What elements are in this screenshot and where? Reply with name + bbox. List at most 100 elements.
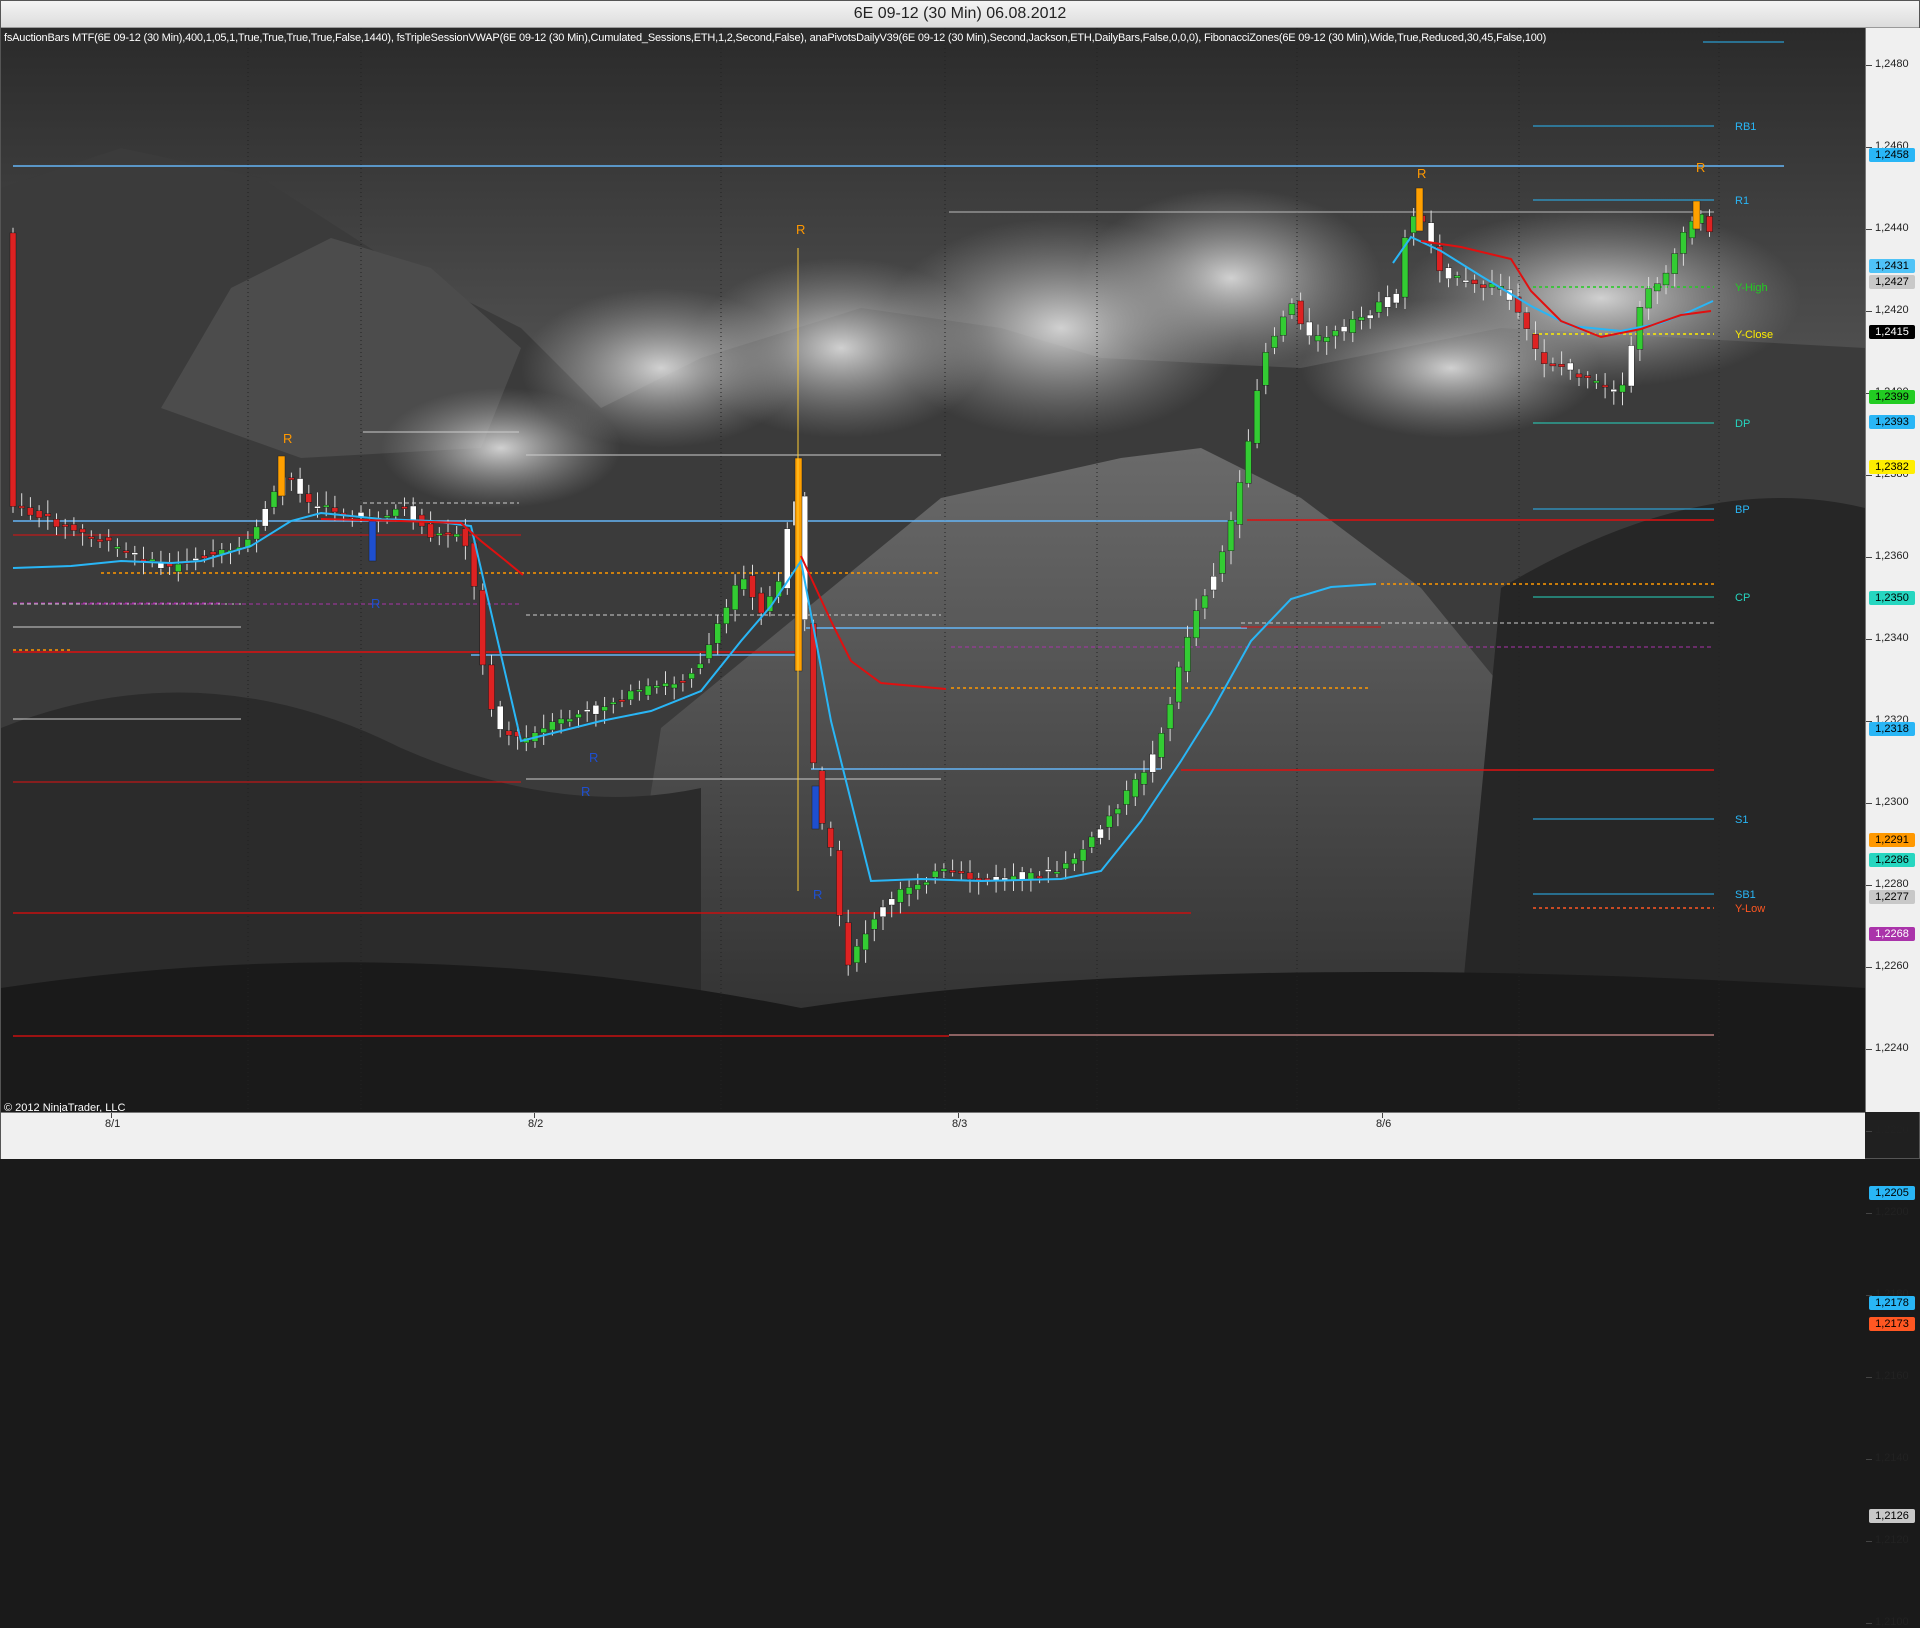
candle-body: [1358, 316, 1365, 321]
highlight-bar: [1692, 200, 1701, 230]
candle-body: [810, 623, 817, 764]
candle-body: [323, 504, 330, 508]
candle-body: [96, 538, 104, 543]
candle-body: [1192, 610, 1200, 639]
price-tick-mark: [1866, 229, 1872, 230]
candle-body: [35, 510, 43, 518]
price-tick-label: 1,2420: [1875, 304, 1909, 316]
price-tick-mark: [1866, 1049, 1872, 1050]
pivot-label: CP: [1735, 592, 1750, 604]
candle-body: [1427, 222, 1435, 244]
candle-body: [1462, 279, 1470, 283]
candle-body: [610, 702, 617, 705]
candle-body: [897, 889, 904, 903]
auction-line: [800, 555, 947, 690]
price-tick-label: 1,2100: [1875, 1616, 1909, 1628]
candle-body: [70, 524, 78, 531]
reversal-marker: R: [813, 887, 822, 902]
candle-body: [905, 887, 913, 895]
pivot-label: S1: [1735, 814, 1748, 826]
candle-body: [27, 507, 34, 516]
auction-line: [1420, 240, 1712, 339]
price-chart[interactable]: RB1 R1 Y-High Y-Close DP BP CP S1 SB1 Y-Low R R R R R R…: [1, 28, 1865, 1112]
candle-body: [671, 683, 678, 689]
candle-body: [88, 536, 95, 539]
candle-body: [592, 705, 600, 715]
candle-body: [1219, 551, 1226, 574]
candle-body: [1584, 375, 1591, 378]
candle-body: [923, 881, 930, 886]
candle-body: [714, 623, 721, 644]
pivot-label: Y-High: [1735, 282, 1768, 294]
pivot-label: Y-Low: [1735, 903, 1765, 915]
candle-body: [1132, 779, 1139, 798]
reversal-marker: R: [589, 750, 598, 765]
reversal-marker: R: [371, 596, 380, 611]
price-axis[interactable]: 1,24801,24601,24401,24201,24001,23801,23…: [1865, 28, 1920, 1628]
price-tick-label: 1,2280: [1875, 878, 1909, 890]
candle-body: [1453, 275, 1461, 278]
candle-body: [1236, 482, 1243, 525]
candle-body: [1227, 520, 1235, 551]
candle-body: [410, 505, 417, 521]
price-tick-label: 1,2220: [1875, 1124, 1909, 1136]
candle-body: [566, 718, 573, 722]
candle-body: [1071, 858, 1078, 865]
chart-plot-area[interactable]: RB1 R1 Y-High Y-Close DP BP CP S1 SB1 Y-Low R R R R R R…: [1, 28, 1865, 1112]
candle-body: [1619, 384, 1626, 393]
candle-body: [601, 706, 608, 711]
candle-body: [549, 721, 556, 731]
price-tick-mark: [1866, 475, 1872, 476]
candle-body: [1532, 333, 1539, 350]
time-tick-label: 8/1: [105, 1118, 121, 1130]
candle-body: [1393, 293, 1400, 304]
price-tick-mark: [1866, 311, 1872, 312]
price-tick-label: 1,2200: [1875, 1206, 1909, 1218]
candle-body: [288, 477, 295, 481]
candle-body: [1097, 828, 1104, 839]
candle-body: [1671, 253, 1678, 274]
candle-body: [697, 663, 704, 669]
candle-body: [62, 524, 69, 527]
candle-body: [575, 713, 582, 718]
time-tick-label: 8/2: [528, 1118, 544, 1130]
candle-body: [1297, 300, 1304, 325]
candle-body: [1045, 869, 1052, 872]
candle-body: [148, 559, 156, 562]
candle-body: [1549, 363, 1557, 367]
candle-body: [383, 515, 391, 518]
candle-body: [723, 607, 730, 625]
candle-body: [688, 673, 695, 679]
pivot-label: Y-Close: [1735, 329, 1773, 341]
candle-body: [401, 506, 408, 509]
candle-body: [1601, 384, 1609, 388]
price-tick-mark: [1866, 1131, 1872, 1132]
price-tick-mark: [1866, 885, 1872, 886]
time-axis[interactable]: 8/1 8/2 8/3 8/6: [1, 1112, 1865, 1159]
price-level-badge: 1,2268: [1869, 927, 1915, 942]
price-tick-mark: [1866, 639, 1872, 640]
pivot-label: SB1: [1735, 889, 1756, 901]
candle-body: [758, 592, 765, 614]
candle-body: [1662, 272, 1670, 286]
candle-body: [1523, 312, 1531, 329]
candle-body: [488, 664, 495, 710]
candle-body: [836, 850, 843, 916]
price-level-badge: 1,2458: [1869, 148, 1915, 163]
price-tick-label: 1,2240: [1875, 1042, 1909, 1054]
chart-window: 6E 09-12 (30 Min) 06.08.2012 RB1 R1 Y-Hi…: [0, 0, 1920, 1628]
candle-body: [262, 508, 269, 527]
candle-body: [1253, 390, 1261, 444]
candle-body: [1645, 288, 1652, 309]
candle-body: [1053, 871, 1061, 874]
candle-body: [253, 526, 260, 540]
highlight-bar: [811, 785, 820, 830]
highlight-bar: [368, 520, 377, 562]
price-level-badge: 1,2393: [1869, 414, 1915, 429]
highlight-bar: [277, 455, 286, 497]
candle-body: [1471, 279, 1478, 284]
candle-body: [427, 523, 434, 538]
pivot-label: RB1: [1735, 121, 1756, 133]
price-tick-label: 1,2160: [1875, 1370, 1909, 1382]
candle-body: [1079, 849, 1087, 862]
